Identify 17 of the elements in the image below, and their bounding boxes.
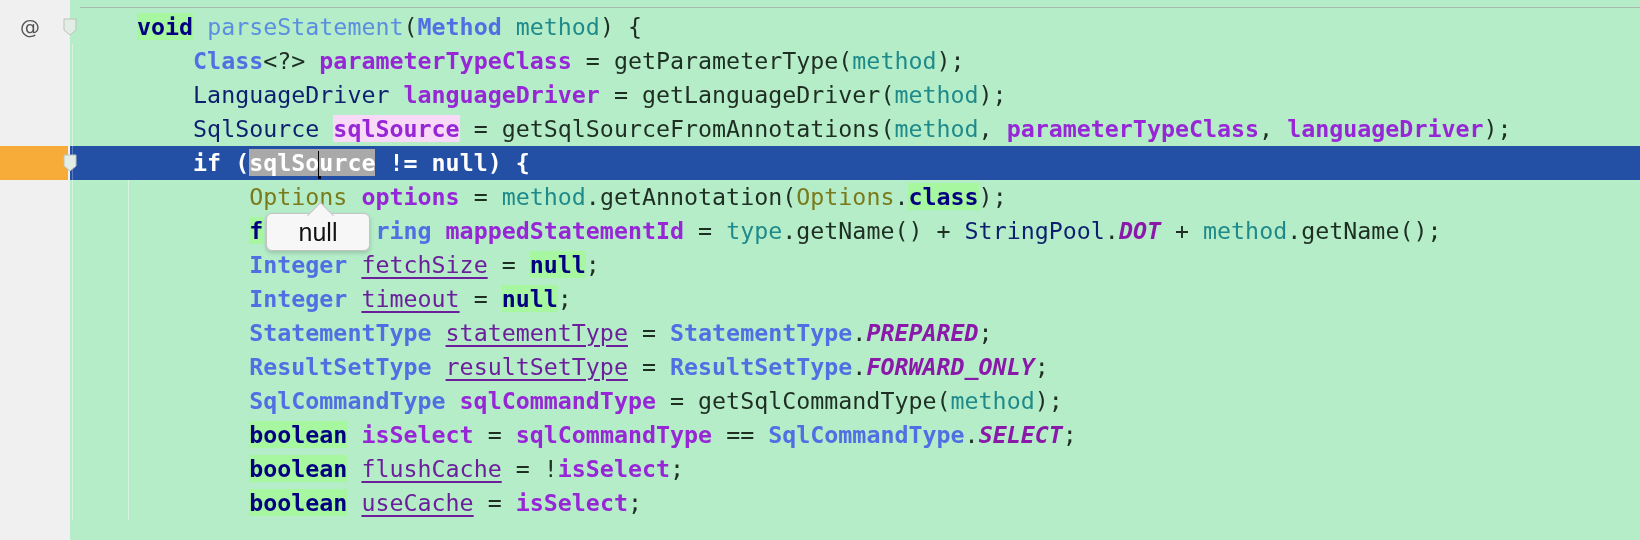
execution-point-marker bbox=[0, 146, 68, 180]
code-line: LanguageDriver languageDriver = getLanguageDriver(method); bbox=[193, 80, 1007, 110]
code-line: boolean isSelect = sqlCommandType == SqlCommandType.SELECT; bbox=[249, 420, 1077, 450]
code-line: SqlSource sqlSource = getSqlSourceFromAnnotations(method, parameterTypeClass, languageDriver); bbox=[193, 114, 1512, 144]
fold-marker-icon[interactable] bbox=[63, 154, 77, 172]
code-line: StatementType statementType = StatementType.PREPARED; bbox=[249, 318, 993, 348]
code-line: ResultSetType resultSetType = ResultSetType.FORWARD_ONLY; bbox=[249, 352, 1049, 382]
code-line: Integer fetchSize = null; bbox=[249, 250, 600, 280]
code-line: Class<?> parameterTypeClass = getParameterType(method); bbox=[193, 46, 965, 76]
fold-marker-icon[interactable] bbox=[63, 18, 77, 36]
code-line: void parseStatement(Method method) { bbox=[137, 12, 642, 42]
code-line: boolean useCache = isSelect; bbox=[249, 488, 642, 518]
code-line: if (sqlSource != null) { bbox=[193, 146, 530, 180]
code-line: Integer timeout = null; bbox=[249, 284, 572, 314]
gutter-mark[interactable]: @ bbox=[20, 10, 40, 44]
code-line: boolean flushCache = !isSelect; bbox=[249, 454, 685, 484]
code-line: SqlCommandType sqlCommandType = getSqlCommandType(method); bbox=[249, 386, 1063, 416]
